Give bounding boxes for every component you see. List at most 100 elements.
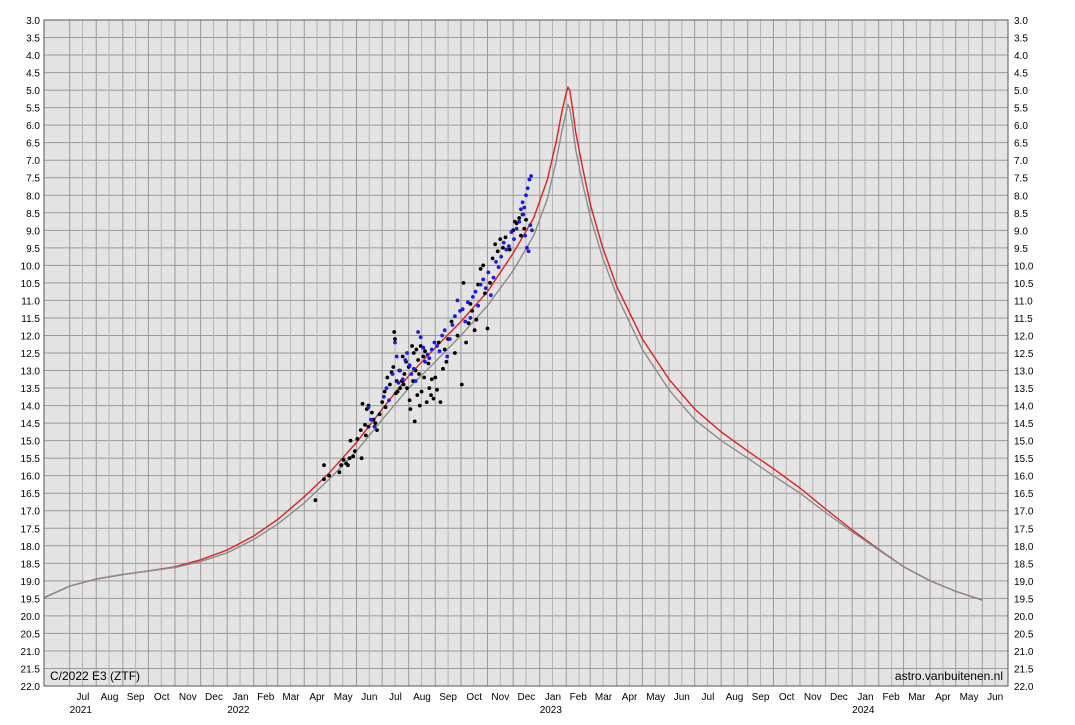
observation-point-2: [375, 428, 379, 432]
chart-canvas: 3.0 3.0 3.5 3.5 4.0 4.0 4.5 4.5 5.0 5.0 5.5 5.5 6.0 6…: [21, 16, 1034, 716]
x-month-label: Dec: [518, 692, 536, 703]
chart-title: C/2022 E3 (ZTF): [50, 669, 140, 683]
x-month-label: Feb: [570, 692, 588, 703]
observation-point-2: [438, 400, 443, 404]
observation-point-3: [496, 265, 501, 269]
observation-point-2: [348, 438, 353, 443]
observation-point-3: [400, 377, 405, 382]
observation-point-2: [436, 340, 441, 345]
observation-point-3: [393, 340, 397, 345]
observation-point-2: [388, 382, 392, 387]
x-month-label: Dec: [830, 692, 848, 703]
observation-point-3: [382, 394, 386, 399]
y-tick-label-left: 9.0: [26, 226, 40, 237]
observation-point-2: [481, 263, 486, 268]
y-tick-label-left: 12.5: [21, 349, 41, 360]
observation-point-2: [391, 365, 396, 369]
observation-point-3: [447, 337, 452, 341]
y-tick-label-left: 20.5: [21, 629, 41, 640]
observation-point-2: [522, 226, 527, 231]
observation-point-3: [514, 226, 519, 231]
y-tick-label-right: 7.0: [1014, 156, 1028, 167]
x-month-label: Apr: [622, 692, 638, 703]
y-tick-label-right: 19.5: [1014, 594, 1034, 605]
x-month-label: Jul: [389, 692, 402, 703]
observation-point-3: [432, 340, 437, 345]
y-tick-label-left: 4.5: [26, 69, 40, 80]
observation-point-2: [421, 354, 426, 359]
y-tick-label-right: 21.0: [1014, 647, 1034, 658]
x-year-label: 2022: [227, 705, 250, 716]
observation-point-3: [501, 240, 506, 245]
y-tick-label-right: 15.5: [1014, 454, 1034, 465]
observation-point-2: [507, 247, 512, 252]
observation-point-2: [322, 463, 326, 468]
y-tick-label-left: 8.0: [26, 191, 40, 202]
observation-point-3: [509, 230, 514, 235]
x-month-label: Dec: [205, 692, 223, 703]
observation-point-2: [517, 216, 522, 220]
x-month-label: Mar: [908, 692, 926, 703]
y-tick-label-right: 9.0: [1014, 226, 1028, 237]
observation-point-2: [426, 361, 431, 366]
observation-point-2: [472, 328, 477, 333]
observation-point-2: [415, 393, 420, 397]
observation-point-2: [453, 351, 457, 355]
y-tick-label-right: 12.0: [1014, 331, 1034, 342]
y-tick-label-right: 5.5: [1014, 104, 1028, 115]
observation-point-3: [423, 359, 427, 364]
y-tick-label-right: 3.5: [1014, 34, 1028, 45]
observation-point-2: [429, 377, 434, 382]
observation-point-3: [445, 354, 450, 359]
x-month-label: Feb: [257, 692, 275, 703]
observation-point-2: [373, 421, 378, 425]
observation-point-2: [414, 347, 419, 352]
credit-text: astro.vanbuitenen.nl: [895, 669, 1003, 683]
observation-point-2: [366, 424, 371, 429]
x-month-label: Aug: [413, 692, 431, 703]
observation-point-3: [526, 249, 531, 254]
observation-point-2: [431, 396, 436, 401]
observation-point-2: [337, 470, 342, 475]
observation-point-2: [380, 400, 385, 404]
x-month-label: May: [960, 692, 979, 703]
y-tick-label-left: 18.0: [21, 542, 41, 553]
observation-point-2: [503, 235, 508, 240]
observation-point-3: [520, 200, 525, 205]
observation-point-2: [377, 412, 382, 417]
x-month-label: May: [646, 692, 665, 703]
observation-point-3: [530, 228, 534, 233]
y-tick-label-left: 17.5: [21, 524, 41, 535]
observation-point-3: [486, 270, 491, 275]
y-tick-label-left: 6.5: [26, 139, 40, 150]
y-tick-label-left: 8.5: [26, 209, 40, 220]
observation-point-2: [346, 463, 350, 468]
observation-point-3: [442, 328, 447, 333]
observation-point-3: [390, 372, 395, 376]
observation-point-2: [470, 309, 474, 313]
observation-point-3: [494, 260, 498, 264]
observation-point-2: [382, 389, 387, 394]
observation-point-2: [359, 456, 364, 461]
y-tick-label-left: 10.5: [21, 279, 41, 290]
observation-point-2: [488, 281, 492, 285]
observation-point-2: [393, 337, 397, 341]
observation-point-2: [364, 433, 368, 438]
y-tick-label-left: 7.5: [26, 174, 40, 185]
x-month-label: Jan: [857, 692, 873, 703]
observation-point-2: [461, 281, 466, 285]
observation-point-3: [372, 424, 377, 429]
observation-point-2: [524, 217, 528, 222]
observation-point-3: [489, 293, 493, 298]
observation-point-2: [459, 382, 464, 387]
y-tick-label-right: 5.0: [1014, 86, 1028, 97]
observation-point-3: [394, 354, 399, 359]
x-month-label: Mar: [282, 692, 300, 703]
y-tick-label-left: 20.0: [21, 612, 41, 623]
observation-point-3: [471, 295, 475, 299]
observation-point-3: [476, 303, 480, 308]
y-tick-label-left: 15.5: [21, 454, 41, 465]
observation-point-2: [490, 256, 495, 261]
observation-point-2: [455, 333, 460, 338]
observation-point-2: [449, 319, 454, 324]
